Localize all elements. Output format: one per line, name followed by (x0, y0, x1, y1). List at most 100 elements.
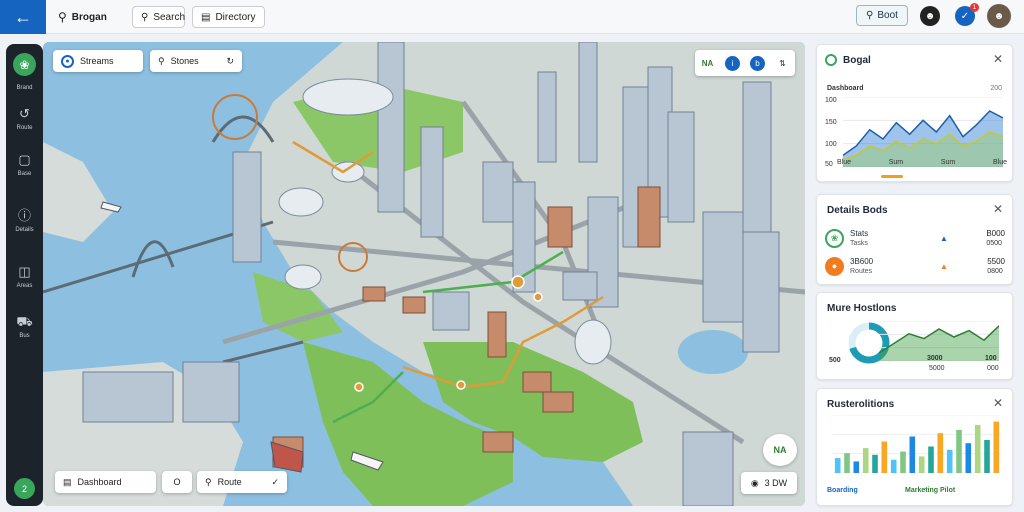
plant-tool[interactable]: NA (700, 55, 715, 71)
rail-item-base[interactable]: ▢ Base (6, 152, 43, 177)
chart-right-label: 200 (990, 85, 1002, 92)
rail-bottom-button[interactable]: 2 (14, 478, 35, 499)
leaf-icon: ❀ (825, 228, 844, 248)
directory-button[interactable]: ▤ Directory (192, 6, 265, 28)
stat-name-text: Stats (850, 229, 869, 238)
camera-icon: ◉ (750, 477, 759, 488)
bar (974, 424, 981, 473)
close-icon[interactable]: ✕ (993, 52, 1003, 66)
x-tick: Blue (837, 159, 852, 166)
bookmark-tool[interactable]: b (750, 55, 765, 71)
stat-value: 5500 0800 (987, 257, 1005, 275)
y-axis-ticks: 100 150 100 50 (825, 97, 839, 168)
x-tick: Sum (888, 159, 904, 166)
streams-chip[interactable]: ● Streams (53, 50, 143, 72)
left-value: 500 (829, 357, 841, 364)
bar (909, 436, 916, 473)
y-tick: 50 (825, 161, 833, 168)
stones-chip[interactable]: ⚲ Stones ↻ (150, 50, 242, 72)
left-rail: ❀ Brand ↺ Route ▢ Base ⓘ Details ◫ Areas… (6, 44, 43, 506)
bar (965, 443, 972, 473)
notifications-button[interactable]: ✓ 1 (955, 3, 979, 26)
document-icon: ▤ (63, 476, 72, 487)
user-avatar[interactable]: ☻ (987, 4, 1011, 28)
stat-value: B000 0500 (986, 229, 1005, 247)
arrow-left-icon: ← (14, 6, 32, 27)
rail-item-bus[interactable]: ⛟ Bus (6, 314, 43, 339)
search-icon: ⚲ (866, 10, 874, 21)
search-icon: ⚲ (141, 11, 149, 23)
bar (956, 429, 962, 473)
stat-sub-text: Tasks (850, 240, 868, 247)
back-button[interactable]: ← (0, 0, 46, 34)
bar (900, 451, 906, 473)
boot-label: Boot (877, 10, 898, 21)
location-icon (825, 54, 837, 66)
x-tick: Sum (940, 159, 956, 166)
notification-badge: 1 (970, 3, 979, 12)
rail-label: Brand (16, 85, 33, 91)
nature-button[interactable]: NA (763, 434, 797, 466)
stat-sub-value: 0500 (986, 240, 1002, 247)
top-bar: ← ⚲ Brogan ⚲ Search ▤ Directory ⚲ Boot ☻… (0, 0, 1024, 34)
directory-label: Directory (215, 11, 256, 23)
bar (862, 448, 869, 473)
rail-item-route[interactable]: ↺ Route (6, 106, 43, 131)
arrows-icon[interactable]: ⇅ (775, 55, 790, 71)
bar (984, 439, 990, 473)
boot-button[interactable]: ⚲ Boot (856, 5, 908, 26)
layer-label: 3 DW (764, 478, 788, 488)
search-button[interactable]: ⚲ Search (132, 6, 185, 28)
app-title: ⚲ Brogan (58, 6, 107, 28)
stat-name-text: 3B600 (850, 257, 874, 266)
close-icon[interactable]: ✕ (993, 202, 1003, 216)
layer-chip[interactable]: ◉ 3 DW (741, 472, 797, 494)
bar (993, 421, 1000, 473)
refresh-icon: ↻ (226, 55, 234, 66)
trend-panel: Rusterolitions ✕ Boarding Marketing Pilo… (816, 388, 1013, 506)
stat-name: Stats Tasks (850, 229, 940, 247)
bar (946, 449, 953, 473)
rail-label: Base (17, 171, 32, 177)
stat-row[interactable]: ● 3B600 Routes ▲ 5500 0800 (825, 255, 1005, 277)
toggle-chip[interactable]: O (162, 471, 192, 493)
chart-title: Dashboard (827, 85, 864, 92)
toggle-label: O (173, 477, 181, 487)
panel-title: Rusterolitions (827, 399, 895, 410)
overview-chart (843, 97, 1003, 167)
leaf-icon[interactable]: ❀ (13, 53, 36, 76)
profile-small-avatar[interactable]: ☻ (920, 6, 940, 26)
rail-item-areas[interactable]: ◫ Areas (6, 264, 43, 289)
bus-icon: ● (825, 256, 844, 276)
mid-value: 3000 (927, 355, 943, 362)
search-label: Search (153, 11, 186, 23)
footer-left: Boarding (827, 487, 858, 494)
folder-icon: ▤ (201, 11, 211, 23)
rail-label: Areas (16, 283, 33, 289)
close-icon[interactable]: ✕ (993, 396, 1003, 410)
map-canvas (43, 42, 805, 506)
info-tool[interactable]: i (725, 55, 740, 71)
bar (890, 459, 897, 473)
dashboard-chip[interactable]: ▤ Dashboard (55, 471, 156, 493)
route-chip[interactable]: ⚲ Route ✓ (197, 471, 287, 493)
city-map[interactable]: ● Streams ⚲ Stones ↻ NA i b ⇅ ▤ Dashboar… (43, 42, 805, 506)
rail-label: Route (16, 125, 33, 131)
y-tick: 100 (825, 97, 837, 104)
route-icon: ↺ (19, 106, 30, 121)
y-tick: 150 (825, 119, 837, 126)
bell-icon: ✓ (960, 10, 970, 22)
trend-up-icon: ▲ (940, 261, 948, 271)
stat-name: 3B600 Routes (850, 257, 940, 275)
y-tick: 100 (825, 141, 837, 148)
rail-item-brand[interactable]: Brand (6, 82, 43, 91)
search-icon: ⚲ (205, 476, 212, 487)
stat-value-text: 5500 (987, 257, 1005, 266)
square-icon: ▢ (18, 152, 31, 167)
panel-title: Mure Hostlons (827, 303, 897, 314)
footer-right: Marketing Pilot (905, 487, 956, 494)
dashboard-label: Dashboard (77, 477, 122, 487)
stat-row[interactable]: ❀ Stats Tasks ▲ B000 0500 (825, 227, 1005, 249)
rail-item-details[interactable]: ⓘ Details (6, 208, 43, 233)
bar (928, 446, 934, 473)
